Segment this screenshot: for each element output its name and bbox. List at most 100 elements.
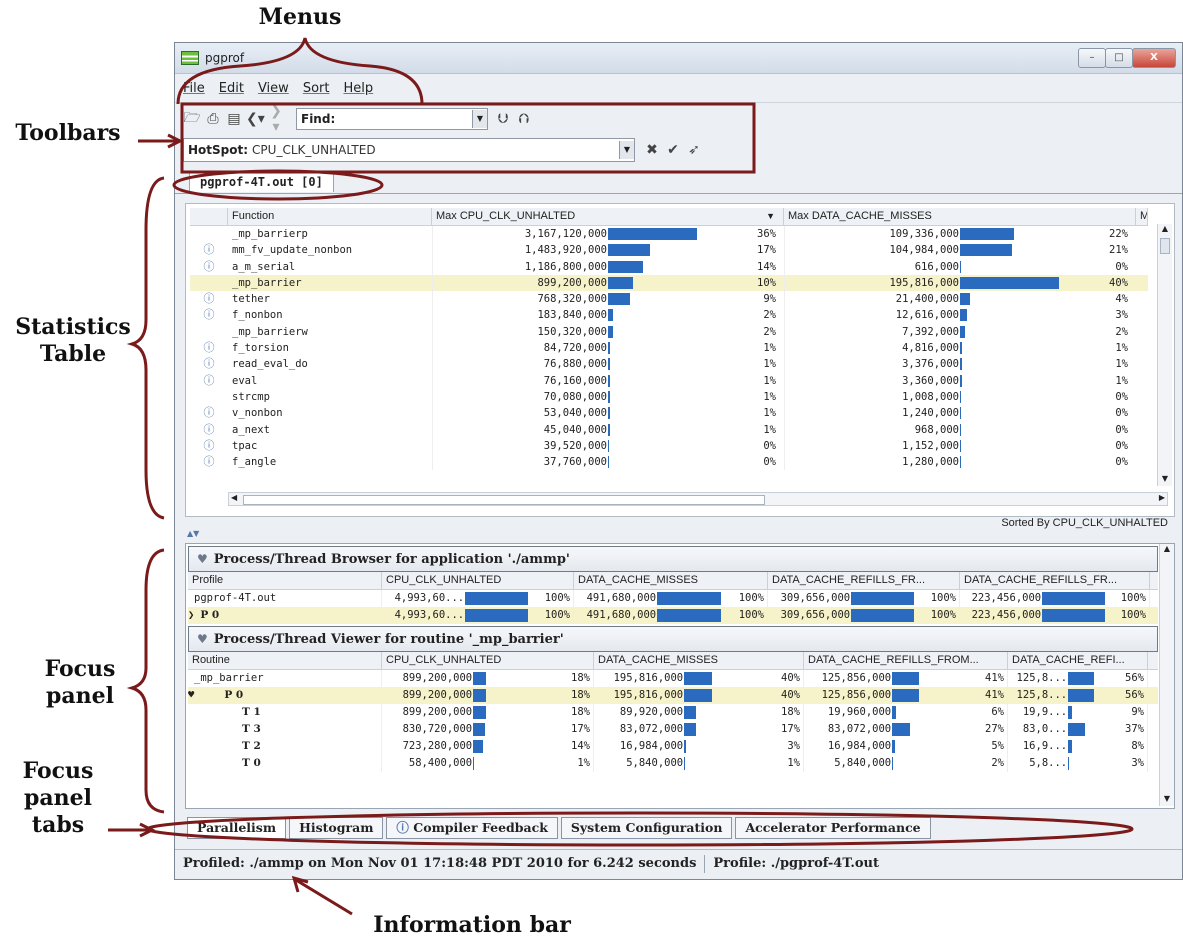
- table-row[interactable]: ♥ P 0 899,200,000 18% 195,816,000 40% 125,856,…: [188, 687, 1158, 704]
- process-thread-viewer-header[interactable]: ♥ Process/Thread Viewer for routine '_mp…: [188, 626, 1158, 652]
- tab-system-configuration[interactable]: System Configuration: [560, 817, 733, 839]
- table-row[interactable]: ⓘ a_m_serial 1,186,800,000 14% 616,000 0%: [190, 258, 1148, 275]
- menu-file[interactable]: File: [183, 81, 205, 96]
- column-header-max-data-cache-misses[interactable]: Max DATA_CACHE_MISSES: [784, 208, 1136, 225]
- forward-icon[interactable]: ❯▾: [267, 103, 285, 135]
- tab-accelerator-performance[interactable]: Accelerator Performance: [735, 817, 931, 839]
- table-row[interactable]: T 1 899,200,000 18% 89,920,000 18% 19,960,000…: [188, 704, 1158, 721]
- menu-view[interactable]: View: [258, 81, 289, 96]
- tab-histogram[interactable]: Histogram: [289, 817, 384, 839]
- info-icon[interactable]: ⓘ: [190, 242, 228, 258]
- splitter-arrows-icon[interactable]: ▲▼: [187, 529, 199, 538]
- table-row[interactable]: _mp_barrierw 150,320,000 2% 7,392,000 2%: [190, 323, 1148, 341]
- info-icon[interactable]: ⓘ: [190, 405, 228, 421]
- info-icon[interactable]: ⓘ: [190, 356, 228, 372]
- column-header[interactable]: DATA_CACHE_MISSES: [594, 652, 804, 669]
- tab-compiler-feedback[interactable]: ⓘ Compiler Feedback: [386, 817, 558, 839]
- column-header-max-cpu-clk-unhalted[interactable]: Max CPU_CLK_UNHALTED ▼: [432, 208, 784, 225]
- tab-parallelism[interactable]: Parallelism: [187, 817, 287, 839]
- column-header[interactable]: CPU_CLK_UNHALTED: [382, 652, 594, 669]
- table-row[interactable]: ⓘ f_angle 37,760,000 0% 1,280,000 0%: [190, 454, 1148, 471]
- focus-vertical-scrollbar[interactable]: ▲ ▼: [1159, 544, 1174, 806]
- scroll-up-icon[interactable]: ▲: [1160, 544, 1174, 556]
- table-row[interactable]: ⓘ tether 768,320,000 9% 21,400,000 4%: [190, 291, 1148, 308]
- hotspot-combobox[interactable]: HotSpot: CPU_CLK_UNHALTED ▼: [183, 138, 635, 162]
- statistics-horizontal-scrollbar[interactable]: ◀ ▶: [228, 492, 1168, 506]
- print-icon[interactable]: ⎙: [204, 111, 222, 127]
- column-header[interactable]: DATA_CACHE_MISSES: [574, 572, 768, 589]
- open-folder-icon[interactable]: 🗁: [183, 107, 201, 131]
- info-icon[interactable]: ⓘ: [190, 307, 228, 323]
- info-icon[interactable]: ⓘ: [190, 438, 228, 454]
- table-row[interactable]: ⓘ eval 76,160,000 1% 3,360,000 1%: [190, 372, 1148, 389]
- menu-sort[interactable]: Sort: [303, 81, 330, 96]
- info-icon[interactable]: ⓘ: [190, 340, 228, 356]
- column-header[interactable]: DATA_CACHE_REFI...: [1008, 652, 1148, 669]
- statistics-vertical-scrollbar[interactable]: ▲ ▼: [1157, 224, 1172, 486]
- scroll-up-icon[interactable]: ▲: [1158, 224, 1172, 236]
- minimize-button[interactable]: –: [1078, 48, 1106, 68]
- table-row[interactable]: ⓘ mm_fv_update_nonbon 1,483,920,000 17% 104,…: [190, 242, 1148, 259]
- hotspot-action-icon-3[interactable]: ➶: [685, 142, 703, 158]
- hotspot-action-icon-2[interactable]: ✔: [664, 142, 682, 158]
- find-combobox[interactable]: Find: ▼: [296, 108, 488, 130]
- table-row[interactable]: _mp_barrier 899,200,000 18% 195,816,000 40% 1…: [188, 670, 1158, 687]
- info-icon[interactable]: ⓘ: [190, 259, 228, 275]
- table-row[interactable]: pgprof-4T.out 4,993,60... 100% 491,680,000 1…: [188, 590, 1158, 607]
- metric-cell: 830,720,000 17%: [382, 721, 594, 738]
- chevron-down-icon[interactable]: ▼: [472, 110, 487, 128]
- table-row[interactable]: _mp_barrier 899,200,000 10% 195,816,000 40%: [190, 274, 1148, 292]
- window-title: pgprof: [205, 51, 245, 65]
- table-row[interactable]: T 3 830,720,000 17% 83,072,000 17% 83,072,000…: [188, 721, 1158, 738]
- collapse-chevron-icon[interactable]: ♥: [197, 632, 208, 646]
- table-row[interactable]: ❯ P 0 4,993,60... 100% 491,680,000 100% 309,65…: [188, 607, 1158, 624]
- close-button[interactable]: X: [1132, 48, 1176, 68]
- info-icon[interactable]: ⓘ: [190, 291, 228, 307]
- table-row[interactable]: ⓘ tpac 39,520,000 0% 1,152,000 0%: [190, 437, 1148, 455]
- metric-cell: 899,200,000 18%: [382, 704, 594, 721]
- process-thread-browser-header[interactable]: ♥ Process/Thread Browser for application…: [188, 546, 1158, 572]
- table-row[interactable]: ⓘ v_nonbon 53,040,000 1% 1,240,000 0%: [190, 405, 1148, 422]
- focus-panel-tabs: Parallelism Histogram ⓘ Compiler Feedbac…: [187, 817, 934, 839]
- table-row[interactable]: ⓘ read_eval_do 76,880,000 1% 3,376,000 1%: [190, 356, 1148, 373]
- hotspot-action-icon-1[interactable]: ✖: [643, 142, 661, 158]
- annotation-statistics-table: Statistics Table: [15, 314, 131, 367]
- menu-edit[interactable]: Edit: [219, 81, 244, 96]
- table-row[interactable]: strcmp 70,080,000 1% 1,008,000 0%: [190, 388, 1148, 406]
- column-header[interactable]: CPU_CLK_UNHALTED: [382, 572, 574, 589]
- column-header-function[interactable]: Function: [228, 208, 432, 225]
- column-header[interactable]: DATA_CACHE_REFILLS_FR...: [768, 572, 960, 589]
- column-header[interactable]: DATA_CACHE_REFILLS_FROM...: [804, 652, 1008, 669]
- info-icon[interactable]: ⓘ: [190, 454, 228, 470]
- back-icon[interactable]: ❮▾: [246, 111, 265, 127]
- table-row[interactable]: ⓘ f_nonbon 183,840,000 2% 12,616,000 3%: [190, 307, 1148, 324]
- column-header[interactable]: Routine: [188, 652, 382, 669]
- column-header[interactable]: Profile: [188, 572, 382, 589]
- scroll-left-icon[interactable]: ◀: [231, 493, 237, 502]
- scroll-down-icon[interactable]: ▼: [1158, 474, 1172, 486]
- find-previous-icon[interactable]: ⮉: [515, 111, 533, 127]
- column-header[interactable]: DATA_CACHE_REFILLS_FR...: [960, 572, 1150, 589]
- metric-cell: 723,280,000 14%: [382, 738, 594, 755]
- menu-help[interactable]: Help: [343, 81, 373, 96]
- table-row[interactable]: T 0 58,400,000 1% 5,840,000 1% 5,840,000 2% 5,8…: [188, 755, 1158, 772]
- maximize-button[interactable]: □: [1105, 48, 1133, 68]
- table-row[interactable]: _mp_barrierp 3,167,120,000 36% 109,336,000 2…: [190, 226, 1148, 243]
- table-row[interactable]: ⓘ f_torsion 84,720,000 1% 4,816,000 1%: [190, 340, 1148, 357]
- column-header-m[interactable]: M: [1136, 208, 1148, 225]
- save-icon[interactable]: ▤: [225, 111, 243, 127]
- info-icon[interactable]: ⓘ: [190, 422, 228, 438]
- table-row[interactable]: T 2 723,280,000 14% 16,984,000 3% 16,984,000 5…: [188, 738, 1158, 755]
- scroll-thumb[interactable]: [1160, 238, 1170, 254]
- table-row[interactable]: ⓘ a_next 45,040,000 1% 968,000 0%: [190, 421, 1148, 438]
- collapse-chevron-icon[interactable]: ♥: [197, 552, 208, 566]
- function-name: read_eval_do: [232, 358, 308, 371]
- scroll-down-icon[interactable]: ▼: [1160, 794, 1174, 806]
- scroll-right-icon[interactable]: ▶: [1159, 493, 1165, 502]
- find-next-icon[interactable]: ⮋: [494, 111, 512, 127]
- tab-pgprof-4t-out[interactable]: pgprof-4T.out [0]: [189, 171, 334, 192]
- metric-bar: [892, 706, 897, 719]
- chevron-down-icon[interactable]: ▼: [619, 141, 634, 159]
- scroll-thumb[interactable]: [243, 495, 765, 505]
- info-icon[interactable]: ⓘ: [190, 373, 228, 389]
